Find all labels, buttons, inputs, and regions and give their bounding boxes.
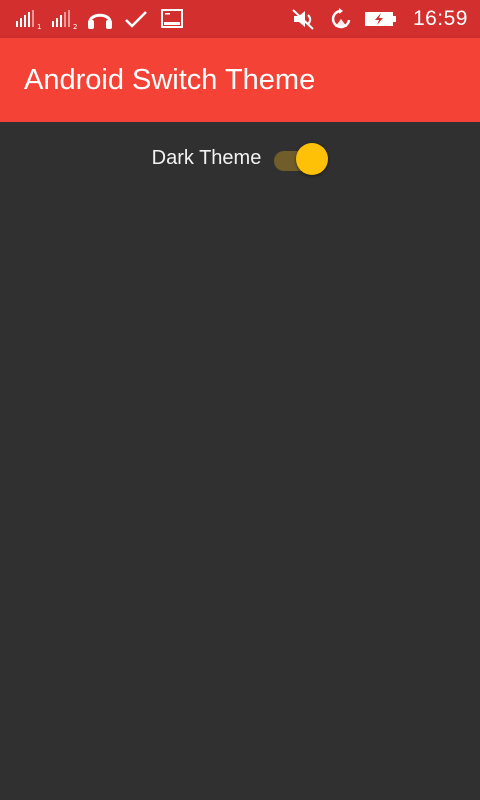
switch-thumb[interactable] (296, 143, 329, 175)
status-bar: 1 2 16:59 (0, 0, 480, 38)
status-bar-left-icons: 1 2 (14, 0, 186, 38)
status-time: 16:59 (412, 7, 468, 30)
headphones-icon (86, 7, 114, 31)
app-bar: Android Switch Theme (0, 38, 480, 122)
sync-icon (327, 7, 355, 31)
check-icon (122, 7, 150, 31)
dark-theme-switch[interactable] (274, 142, 329, 175)
screenshot-icon (158, 7, 186, 31)
app-title: Android Switch Theme (24, 64, 316, 96)
status-bar-right-icons: 16:59 (291, 0, 468, 38)
vibrate-mute-icon (291, 7, 319, 31)
signal-sim1-icon: 1 (14, 7, 42, 31)
signal-sim2-icon: 2 (50, 7, 78, 31)
battery-charging-icon (363, 7, 399, 31)
svg-text:2: 2 (73, 23, 77, 31)
dark-theme-label: Dark Theme (151, 146, 262, 169)
svg-text:1: 1 (37, 23, 41, 31)
main-content: Dark Theme (0, 122, 480, 800)
dark-theme-switch-row[interactable]: Dark Theme (0, 142, 480, 175)
